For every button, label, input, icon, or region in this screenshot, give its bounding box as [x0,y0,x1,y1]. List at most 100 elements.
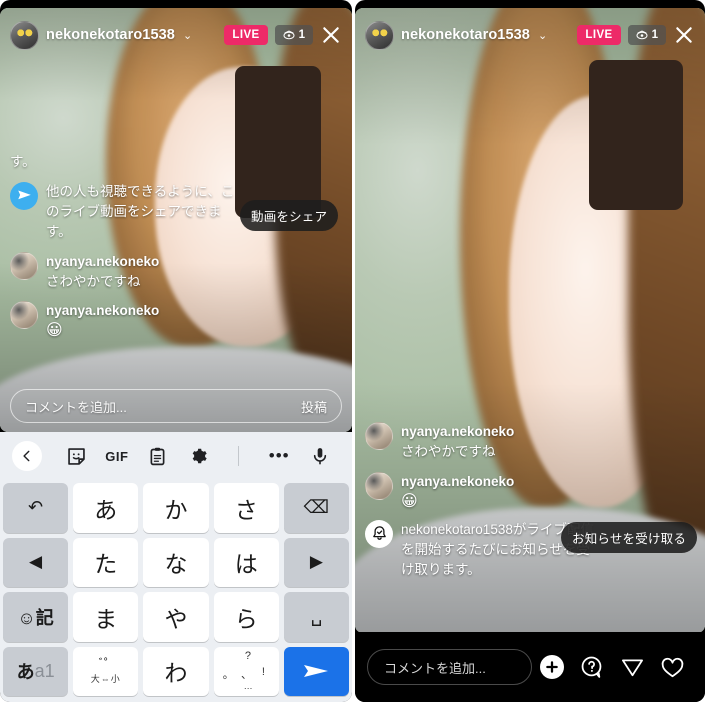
comment-input-bar[interactable]: コメントを追加... [367,649,532,685]
broadcaster-avatar[interactable] [10,20,39,50]
commenter-avatar[interactable] [365,471,393,500]
viewer-count-badge[interactable]: 1 [627,25,666,45]
right-live-header: nekonekotaro1538 ⌄ LIVE 1 [355,8,705,62]
gif-icon[interactable]: GIF [97,449,138,464]
key-ra[interactable]: ら [213,592,279,642]
back-chevron-icon[interactable] [12,441,42,471]
action-icons [532,655,693,680]
broadcaster-username[interactable]: nekonekotaro1538 [46,27,175,43]
left-comment-stream[interactable]: す。 他の人も視聴できるように、このライブ動画をシェアできます。 nyanya.… [10,152,240,341]
microphone-icon[interactable] [299,446,340,466]
viewer-count-badge[interactable]: 1 [274,25,313,45]
keyboard-back-button[interactable] [12,441,56,471]
paperplane-icon [10,181,38,210]
keyboard-row: ☺記 ま や ら ␣ [3,592,349,642]
left-phone-panel: 動画をシェア nekonekotaro1538 ⌄ LIVE 1 す。 他の人も… [0,0,352,702]
comment-author[interactable]: nyanya.nekoneko [46,252,159,272]
key-ka[interactable]: か [143,483,209,533]
space-key[interactable]: ␣ [283,592,349,642]
bell-check-icon [365,519,393,548]
japanese-keyboard[interactable]: GIF ••• ↶ あ か さ ⌫ ◀ た な は ▶ ☺記 ま や ら ␣ あ… [0,432,352,702]
commenter-avatar[interactable] [10,301,38,330]
input-mode-key[interactable]: あ a1 [3,646,69,696]
punc-question: ? [244,650,252,663]
key-ha[interactable]: は [213,537,279,587]
comment-emoji: 😀 [46,322,63,340]
comment-author[interactable]: nyanya.nekoneko [401,422,514,442]
more-dots-icon[interactable]: ••• [259,447,300,464]
plus-icon[interactable] [539,655,564,679]
comment-input-placeholder[interactable]: コメントを追加... [384,658,486,677]
emoji-symbol-key[interactable]: ☺記 [3,592,69,642]
heart-icon[interactable] [660,655,685,680]
punc-ellipsis: … [243,681,253,692]
comment-author[interactable]: nyanya.nekoneko [46,301,159,321]
share-spotlight-card [235,66,321,218]
right-action-bar: コメントを追加... [355,632,705,702]
comment-author[interactable]: nyanya.nekoneko [401,472,514,492]
share-system-row: 他の人も視聴できるように、このライブ動画をシェアできます。 [10,181,240,243]
comment-body: さわやかですね [46,273,141,289]
input-mode-alpha: a1 [34,660,55,681]
enter-send-key[interactable] [283,646,349,696]
list-item[interactable]: nyanya.nekoneko 😀 [10,301,240,340]
dakuten-key[interactable]: ゙ ゚ 大⇔小 [73,646,139,696]
notify-system-row: nekonekotaro1538がライブ配信を開始するたびにお知らせを受け取りま… [365,519,595,581]
list-item[interactable]: nyanya.nekoneko 😀 [365,471,595,511]
chevron-down-icon[interactable]: ⌄ [183,29,192,42]
cursor-left-key[interactable]: ◀ [3,537,69,587]
dakuten-marks: ゙ ゚ [102,656,110,672]
list-item[interactable]: nyanya.nekoneko さわやかですね [10,251,240,293]
screenshot-stage: 動画をシェア nekonekotaro1538 ⌄ LIVE 1 す。 他の人も… [0,0,705,702]
commenter-avatar[interactable] [10,251,38,280]
live-badge: LIVE [577,25,621,45]
right-comment-stream[interactable]: nyanya.nekoneko さわやかですね nyanya.nekoneko … [365,413,595,581]
keyboard-row: ◀ た な は ▶ [3,537,349,587]
cursor-right-key[interactable]: ▶ [283,537,349,587]
key-ma[interactable]: ま [73,592,139,642]
receive-notifications-tooltip[interactable]: お知らせを受け取る [561,522,698,553]
key-wa[interactable]: わ [143,646,209,696]
undo-key[interactable]: ↶ [3,483,69,533]
sticker-icon[interactable] [56,446,97,467]
question-bubble-icon[interactable] [579,655,604,680]
comment-input-placeholder[interactable]: コメントを追加... [25,397,127,416]
toolbar-separator [218,446,259,466]
clipboard-icon[interactable] [137,446,178,467]
viewer-count-value: 1 [298,29,305,41]
dakuten-size-label: 大⇔小 [90,673,121,684]
broadcaster-avatar[interactable] [365,20,394,50]
comment-body: さわやかですね [401,444,496,460]
gear-icon[interactable] [178,446,219,466]
key-sa[interactable]: さ [213,483,279,533]
broadcaster-username[interactable]: nekonekotaro1538 [401,27,530,43]
input-mode-kana: あ [16,662,35,683]
eye-icon [636,30,648,40]
share-paperplane-icon[interactable] [620,655,645,680]
left-comment-input-bar[interactable]: コメントを追加... 投稿 [10,389,342,423]
punc-comma: 、 [240,669,252,682]
close-icon[interactable] [673,24,695,46]
system-message-fragment: す。 [10,154,36,169]
key-na[interactable]: な [143,537,209,587]
key-ya[interactable]: や [143,592,209,642]
chevron-down-icon[interactable]: ⌄ [538,29,547,42]
right-phone-panel: nekonekotaro1538 ⌄ LIVE 1 nyanya.nekonek… [355,0,705,702]
key-a[interactable]: あ [73,483,139,533]
viewer-count-value: 1 [651,29,658,41]
punc-period: 。 [222,669,234,682]
list-item[interactable]: nyanya.nekoneko さわやかですね [365,422,595,463]
post-button[interactable]: 投稿 [301,397,327,416]
keyboard-toolbar: GIF ••• [0,432,352,480]
share-video-tooltip[interactable]: 動画をシェア [240,200,339,231]
share-system-text: 他の人も視聴できるように、このライブ動画をシェアできます。 [46,183,235,240]
notify-spotlight-card [589,60,683,210]
backspace-key[interactable]: ⌫ [283,483,349,533]
close-icon[interactable] [320,24,342,46]
keyboard-row: あ a1 ゙ ゚ 大⇔小 わ ? 。 、 ! … [3,646,349,696]
comment-emoji: 😀 [401,492,418,510]
key-ta[interactable]: た [73,537,139,587]
commenter-avatar[interactable] [365,422,393,450]
punctuation-key[interactable]: ? 。 、 ! … [213,646,279,696]
live-badge: LIVE [224,25,268,45]
